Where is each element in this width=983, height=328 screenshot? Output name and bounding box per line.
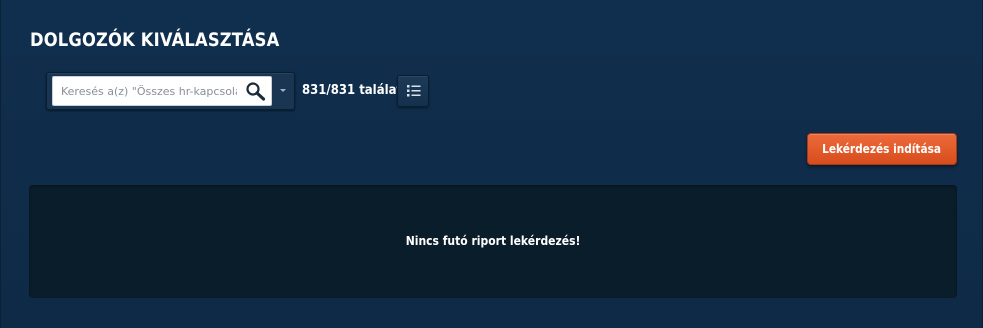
search-icon[interactable]	[245, 81, 267, 101]
search-input[interactable]	[53, 77, 237, 105]
list-view-button[interactable]	[397, 75, 429, 107]
list-icon	[407, 85, 421, 97]
report-empty-text: Nincs futó riport lekérdezés!	[405, 234, 581, 248]
run-query-label: Lekérdezés indítása	[822, 142, 942, 156]
search-field	[52, 76, 272, 106]
report-status-box: Nincs futó riport lekérdezés!	[29, 185, 957, 298]
page-title: DOLGOZÓK KIVÁLASZTÁSA	[30, 29, 280, 51]
search-box	[46, 72, 295, 110]
chevron-down-icon	[280, 89, 286, 92]
employee-selection-panel: DOLGOZÓK KIVÁLASZTÁSA 831/831 találat	[0, 0, 983, 328]
result-count: 831/831 találat	[302, 83, 403, 98]
report-empty-message: Nincs futó riport lekérdezés!	[29, 234, 957, 248]
search-scope-dropdown[interactable]	[275, 76, 290, 106]
run-query-button[interactable]: Lekérdezés indítása	[807, 133, 957, 165]
